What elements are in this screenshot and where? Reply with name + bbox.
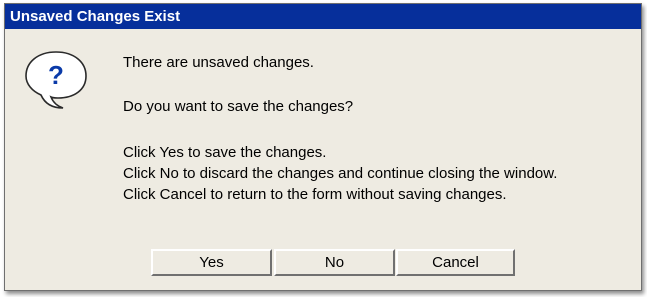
instruction-yes: Click Yes to save the changes. <box>123 144 327 161</box>
dialog-title: Unsaved Changes Exist <box>5 4 641 29</box>
question-bubble-icon: ? <box>25 51 87 109</box>
unsaved-changes-dialog: Unsaved Changes Exist ? There are unsave… <box>4 3 642 291</box>
cancel-button[interactable]: Cancel <box>396 249 515 276</box>
no-button[interactable]: No <box>274 249 395 276</box>
message-question: Do you want to save the changes? <box>123 98 354 115</box>
icon-glyph: ? <box>48 60 64 90</box>
instruction-cancel: Click Cancel to return to the form witho… <box>123 186 507 203</box>
message-unsaved: There are unsaved changes. <box>123 54 314 71</box>
instruction-no: Click No to discard the changes and cont… <box>123 165 558 182</box>
instructions: Click Yes to save the changes. Click No … <box>123 142 557 205</box>
yes-button[interactable]: Yes <box>151 249 272 276</box>
